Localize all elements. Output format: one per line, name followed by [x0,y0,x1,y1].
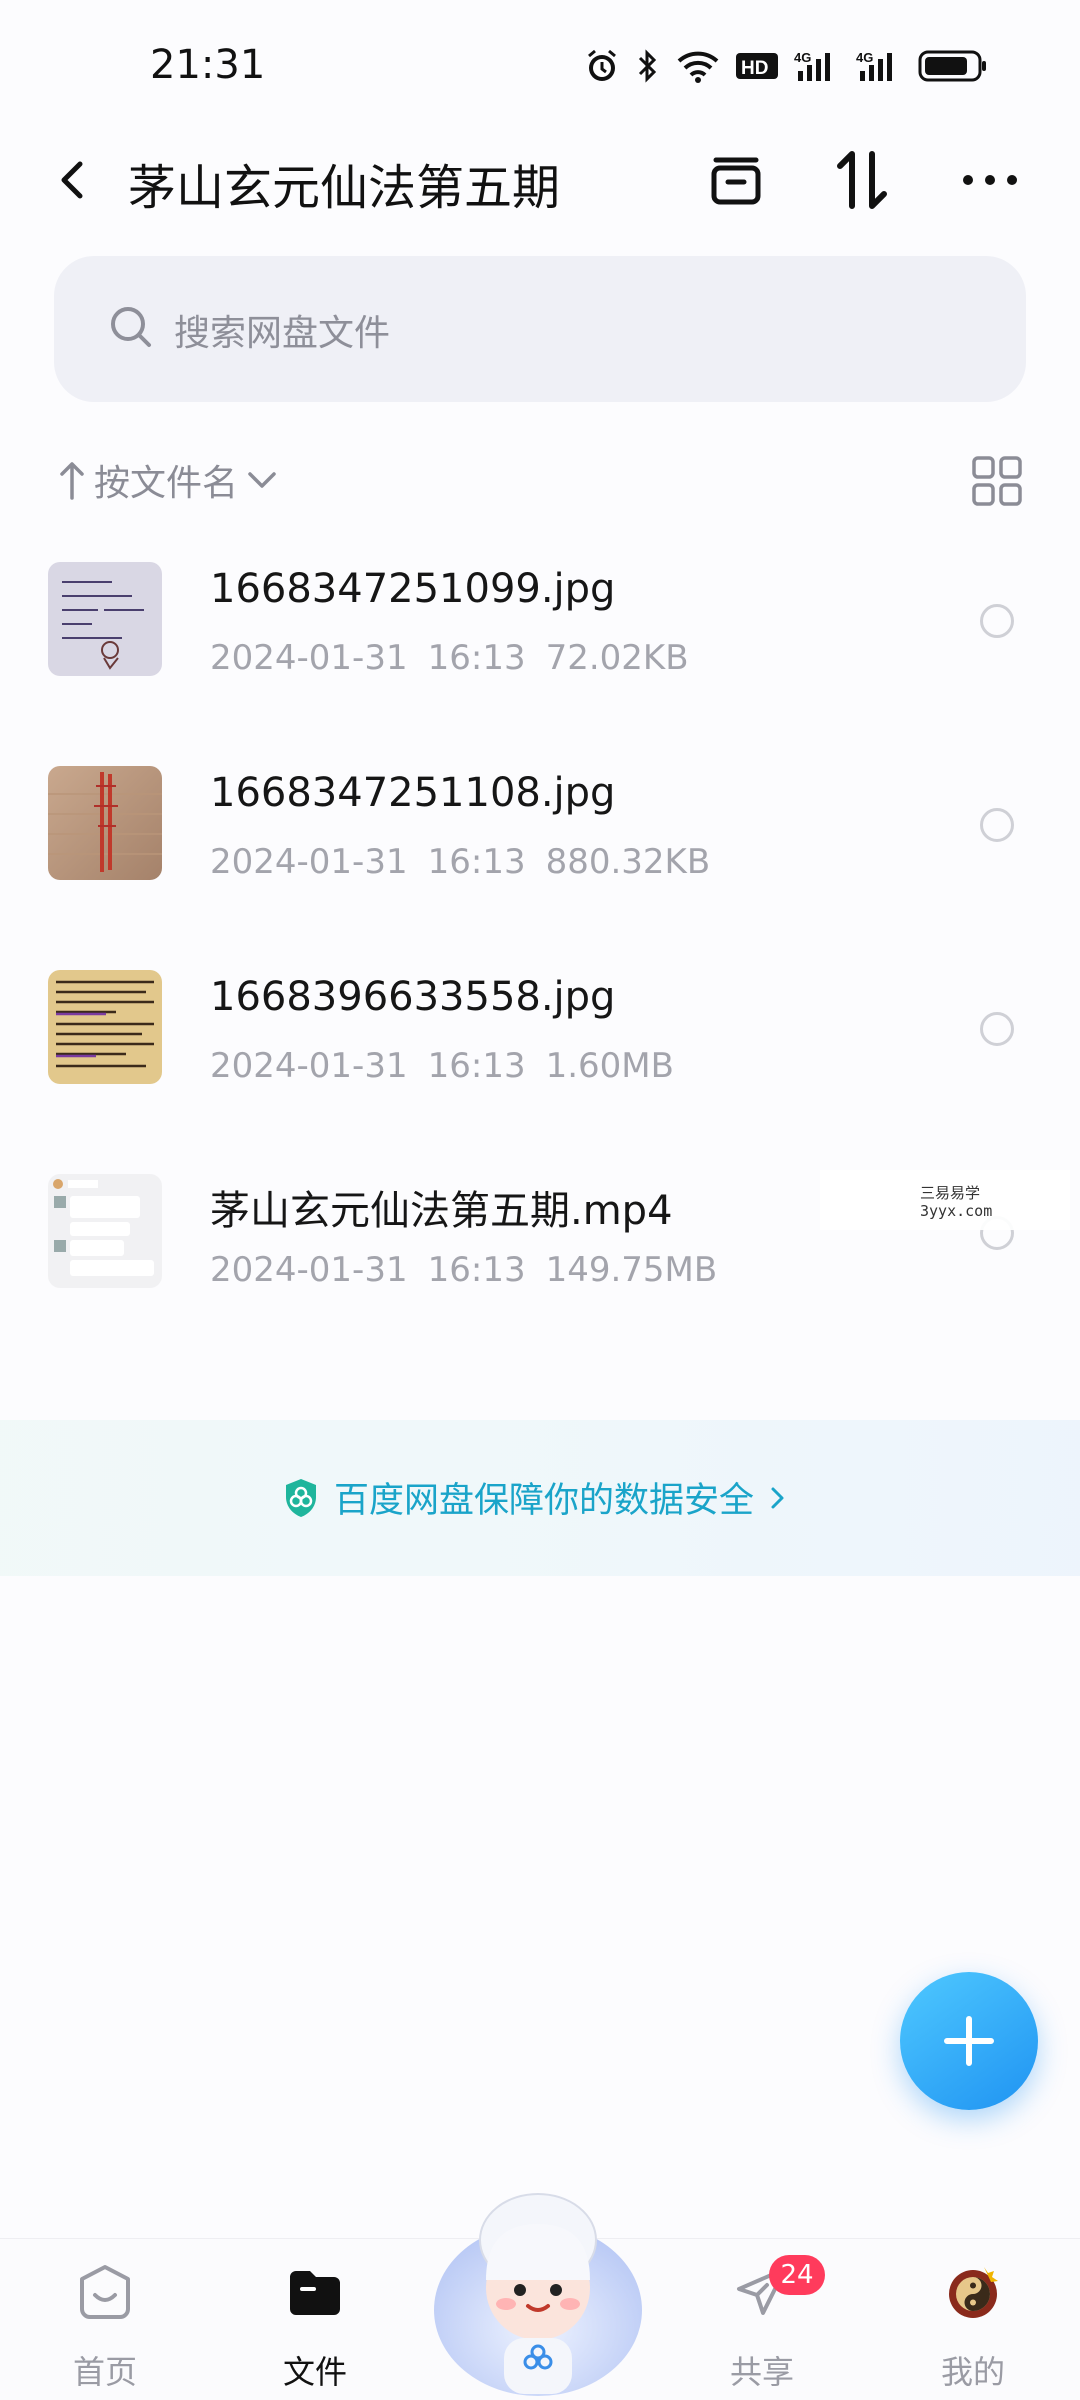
net-label: 4G [794,50,811,65]
security-banner[interactable]: 百度网盘保障你的数据安全 [0,1420,1080,1576]
transfer-button[interactable] [826,140,898,220]
file-time: 16:13 [427,842,526,882]
file-thumbnail [48,970,162,1084]
plus-icon [944,2016,994,2066]
nav-item-share[interactable]: 24 共享 [697,2255,827,2397]
watermark-line1: 三易易学 [920,1184,981,1202]
archive-button[interactable] [700,140,772,220]
home-icon [80,2265,130,2319]
file-date: 2024-01-31 [210,638,408,678]
mascot-icon [434,2193,642,2396]
file-name: 茅山玄元仙法第五期.mp4 [210,1188,673,1234]
hd-label: HD [741,58,768,79]
security-text: 百度网盘保障你的数据安全 [334,1481,755,1521]
nav-item-home[interactable]: 首页 [40,2257,170,2397]
grid-icon [972,456,1022,506]
sort-label: 按文件名 [94,463,239,504]
search-input[interactable]: 搜索网盘文件 [54,256,1026,402]
nav-label: 首页 [72,2353,137,2391]
file-size: 1.60MB [545,1046,674,1086]
file-size: 149.75MB [545,1250,718,1290]
file-date: 2024-01-31 [210,1250,408,1290]
file-size: 72.02KB [545,638,689,678]
file-name: 1668347251099.jpg [210,566,616,612]
security-banner-content: 百度网盘保障你的数据安全 [282,1472,788,1523]
signal-4g-icon: 4G [856,48,902,84]
file-thumbnail [48,1174,162,1288]
watermark: 三易易学 3yyx.com [820,1170,1070,1230]
file-name: 1668347251108.jpg [210,770,616,816]
chevron-down-icon [248,472,276,488]
status-icons: HD 4G 4G [584,48,988,84]
add-button[interactable] [900,1972,1038,2110]
folder-icon [290,2271,340,2315]
status-time: 21:31 [150,42,266,88]
notification-badge: 24 [769,2255,825,2295]
search-placeholder: 搜索网盘文件 [174,313,391,354]
file-meta: 2024-01-31 16:13 1.60MB [210,1046,694,1086]
more-button[interactable] [954,140,1026,220]
back-button[interactable] [50,148,98,212]
title-bar: 茅山玄元仙法第五期 [0,140,1080,220]
file-meta: 2024-01-31 16:13 149.75MB [210,1250,737,1290]
sort-row: 按文件名 [0,450,1080,514]
chevron-right-icon [771,1487,784,1508]
select-radio[interactable] [980,808,1014,842]
search-icon [111,307,151,347]
file-name: 1668396633558.jpg [210,974,616,1020]
nav-label: 我的 [940,2353,1005,2391]
signal-4g-icon: 4G [794,48,840,84]
watermark-line2: 3yyx.com [920,1202,993,1220]
nav-label: 共享 [729,2353,794,2391]
status-bar: 21:31 HD 4G 4G [0,0,1080,130]
file-date: 2024-01-31 [210,1046,408,1086]
page-title: 茅山玄元仙法第五期 [128,160,561,216]
nav-item-files[interactable]: 文件 [250,2257,380,2397]
arrow-up-icon [60,462,84,500]
file-time: 16:13 [427,1250,526,1290]
file-meta: 2024-01-31 16:13 880.32KB [210,842,730,882]
file-meta: 2024-01-31 16:13 72.02KB [210,638,709,678]
nav-item-profile[interactable]: 我的 [908,2257,1038,2397]
select-radio[interactable] [980,604,1014,638]
avatar [949,2267,998,2318]
mascot-button[interactable] [428,2170,648,2400]
file-time: 16:13 [427,638,526,678]
select-radio[interactable] [980,1012,1014,1046]
net-label: 4G [856,50,873,65]
nav-label: 文件 [282,2353,347,2391]
archive-icon [711,157,761,205]
grid-view-button[interactable] [970,454,1024,508]
file-size: 880.32KB [545,842,711,882]
sort-button[interactable]: 按文件名 [56,454,280,506]
wifi-icon [676,48,720,84]
list-item[interactable]: 1668347251099.jpg 2024-01-31 16:13 72.02KB [0,552,1080,756]
file-thumbnail [48,766,162,880]
shield-icon [286,1478,316,1517]
alarm-icon [584,48,620,84]
hd-icon: HD [736,48,778,84]
file-date: 2024-01-31 [210,842,408,882]
list-item[interactable]: 1668396633558.jpg 2024-01-31 16:13 1.60MB [0,960,1080,1164]
back-icon [61,161,83,199]
transfer-icon [837,151,887,209]
more-icon [963,175,1017,185]
list-item[interactable]: 1668347251108.jpg 2024-01-31 16:13 880.32K… [0,756,1080,960]
file-thumbnail [48,562,162,676]
battery-icon [918,48,988,84]
file-list: 1668347251099.jpg 2024-01-31 16:13 72.02KB… [0,552,1080,1368]
file-time: 16:13 [427,1046,526,1086]
bluetooth-icon [636,48,660,84]
